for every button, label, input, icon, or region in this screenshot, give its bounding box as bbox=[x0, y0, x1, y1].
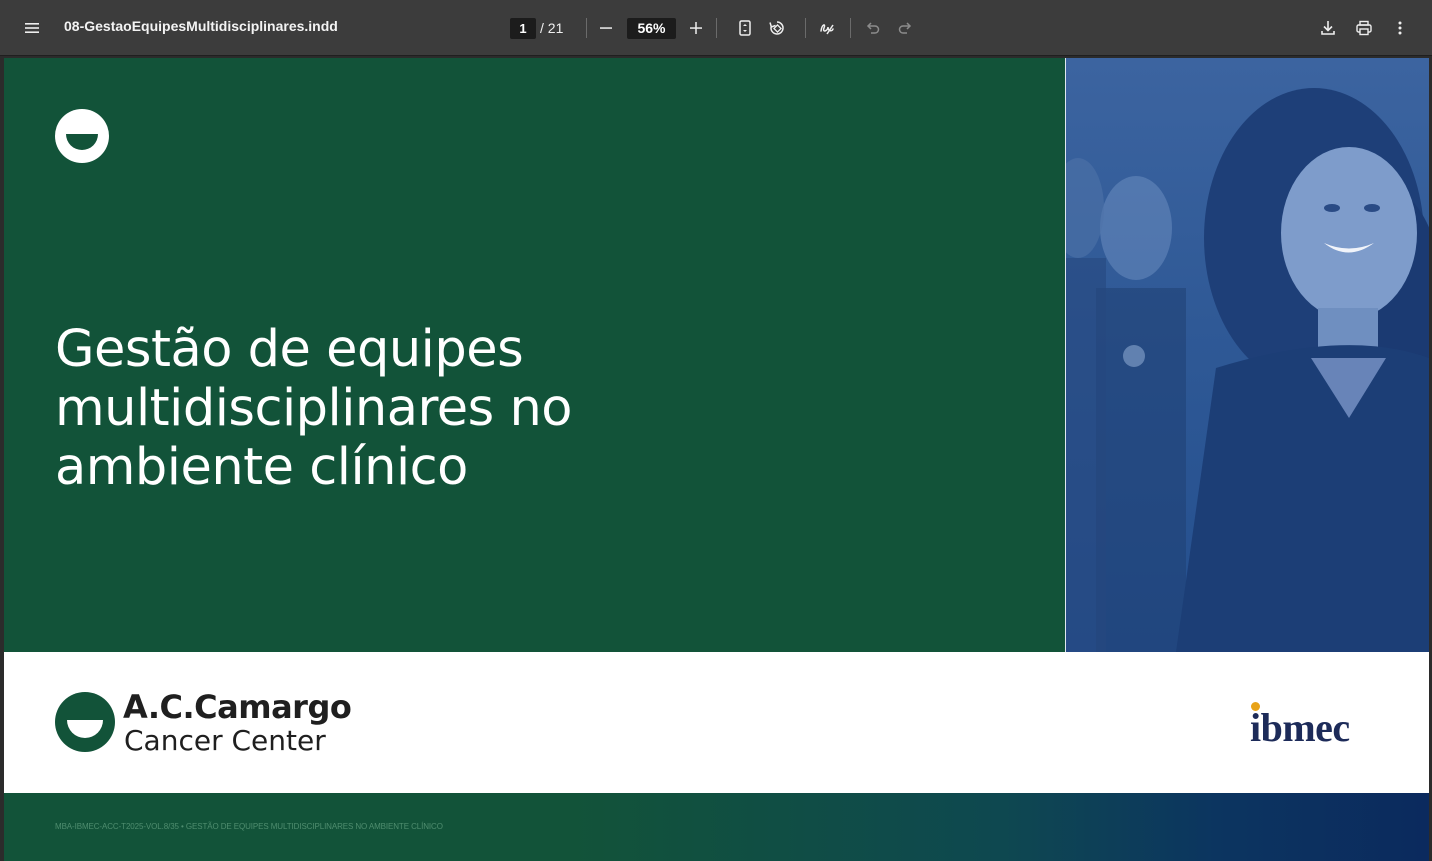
pdf-page: Gestão de equipes multidisciplinares no … bbox=[4, 58, 1429, 861]
fit-page-icon[interactable] bbox=[731, 14, 759, 42]
cover-footer: MBA-IBMEC-ACC-T2025-VOL.8/35 • GESTÃO DE… bbox=[4, 793, 1429, 861]
plus-icon[interactable] bbox=[682, 14, 710, 42]
cover-title-line: multidisciplinares no bbox=[55, 379, 572, 438]
minus-icon[interactable] bbox=[592, 14, 620, 42]
toolbar-divider bbox=[586, 18, 587, 38]
cover-title: Gestão de equipes multidisciplinares no … bbox=[55, 320, 755, 497]
toolbar-divider bbox=[850, 18, 851, 38]
cover-title-line: ambiente clínico bbox=[55, 438, 468, 497]
cover-title-line: Gestão de equipes bbox=[55, 320, 524, 379]
footer-text: MBA-IBMEC-ACC-T2025-VOL.8/35 • GESTÃO DE… bbox=[55, 822, 443, 831]
redo-icon[interactable] bbox=[891, 14, 919, 42]
zoom-level-input[interactable]: 56% bbox=[627, 18, 676, 39]
hamburger-menu-icon[interactable] bbox=[18, 14, 46, 42]
cover-photo bbox=[1066, 58, 1429, 652]
brand-name: A.C.Camargo bbox=[123, 688, 352, 726]
toolbar-divider bbox=[716, 18, 717, 38]
cover-green-panel: Gestão de equipes multidisciplinares no … bbox=[4, 58, 1065, 652]
undo-icon[interactable] bbox=[859, 14, 887, 42]
annotate-icon[interactable] bbox=[813, 14, 841, 42]
toolbar-divider bbox=[805, 18, 806, 38]
brand-subtitle: Cancer Center bbox=[124, 724, 326, 757]
page-number-input[interactable]: 1 bbox=[510, 18, 536, 39]
page-total: / 21 bbox=[540, 20, 564, 36]
rotate-icon[interactable] bbox=[763, 14, 791, 42]
logo-band: A.C.Camargo Cancer Center ibmec bbox=[4, 652, 1429, 793]
more-vert-icon[interactable] bbox=[1386, 14, 1414, 42]
smile-logo-icon bbox=[55, 109, 109, 163]
document-title: 08-GestaoEquipesMultidisciplinares.indd bbox=[64, 18, 338, 34]
download-icon[interactable] bbox=[1314, 14, 1342, 42]
doctor-photo-image bbox=[1066, 88, 1429, 652]
accamargo-smile-logo-icon bbox=[55, 692, 115, 752]
pdf-toolbar: 08-GestaoEquipesMultidisciplinares.indd … bbox=[0, 0, 1432, 56]
ibmec-logo: ibmec bbox=[1250, 705, 1350, 750]
print-icon[interactable] bbox=[1350, 14, 1378, 42]
